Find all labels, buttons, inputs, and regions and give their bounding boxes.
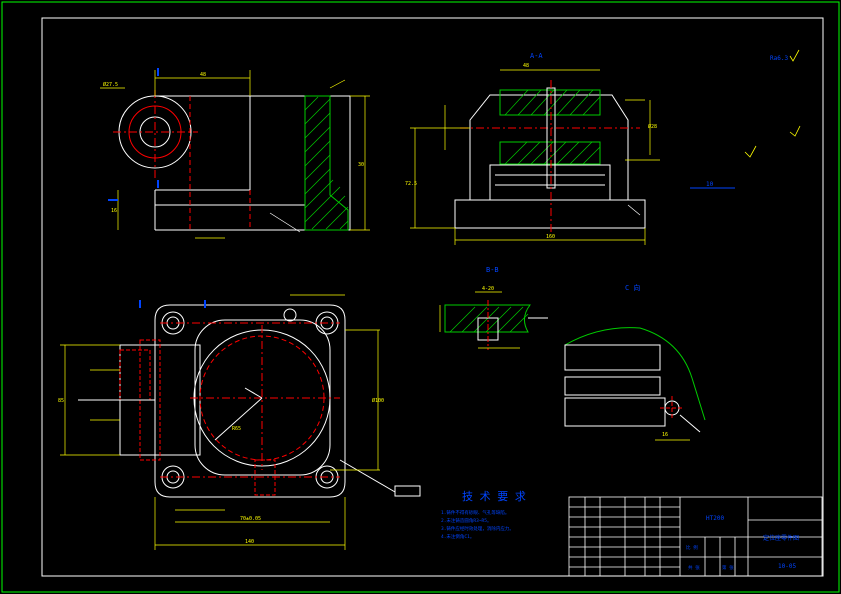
dim-top-width: 48 xyxy=(200,72,206,78)
view-c-label: C 向 xyxy=(625,283,640,292)
tech-req-item-3: 3.铸件应经时效处理，消除内应力。 xyxy=(441,525,514,532)
tech-req-item-1: 1.铸件不得有砂眼、气孔等缺陷。 xyxy=(441,509,509,516)
dim-plan-circle: Ø100 xyxy=(372,397,384,404)
section-bb-view xyxy=(439,291,548,350)
dim-bb-width: 4-20 xyxy=(482,286,494,292)
title-sheet: 共 张 xyxy=(688,564,700,571)
outer-frame xyxy=(1,1,840,593)
section-aa-view xyxy=(410,69,660,245)
dim-side-height: 16 xyxy=(111,208,117,214)
title-scale: 比 例 xyxy=(686,544,698,551)
roughness-tick-2-icon xyxy=(744,145,757,158)
dim-plan-height: 85 xyxy=(58,398,64,404)
dim-aa-height: 72.5 xyxy=(405,181,417,187)
arrow-c-label: 10 xyxy=(706,181,714,188)
dim-aa-width: 48 xyxy=(523,63,529,69)
roughness-tick-icon xyxy=(789,125,801,137)
dim-plan-mid: 70±0.05 xyxy=(240,516,261,522)
dim-c: 16 xyxy=(662,432,668,438)
section-bb-label: B-B xyxy=(486,266,499,274)
tech-req-item-2: 2.未注铸造圆角R3~R5。 xyxy=(441,517,491,524)
title-drawing-no: 10-05 xyxy=(778,563,796,570)
tech-req-item-4: 4.未注倒角C1。 xyxy=(441,533,474,540)
front-view xyxy=(100,68,370,239)
title-material: HT200 xyxy=(706,515,724,522)
title-qty: 第 张 xyxy=(722,564,734,571)
roughness-general: Ra6.3 xyxy=(770,55,788,62)
title-part-name: 定位座零件图 xyxy=(763,534,799,542)
dim-plan-radius: R65 xyxy=(232,426,241,432)
dim-aa-total: 160 xyxy=(546,234,555,240)
dim-top-diameter: Ø27.5 xyxy=(103,81,118,88)
view-c xyxy=(564,327,706,441)
plan-view xyxy=(60,294,421,550)
roughness-check-icon xyxy=(789,49,800,62)
cad-drawing-sheet: 48 Ø27.5 30 16 A-A 48 160 72.5 Ø28 Ra6.3… xyxy=(1,1,840,593)
drawing-border xyxy=(41,17,824,577)
dim-plan-width: 140 xyxy=(245,539,254,545)
section-aa-label: A-A xyxy=(530,52,543,60)
tech-req-title: 技 术 要 求 xyxy=(462,490,526,503)
dim-top-height: 30 xyxy=(358,162,364,168)
dim-aa-hole: Ø28 xyxy=(648,123,657,130)
